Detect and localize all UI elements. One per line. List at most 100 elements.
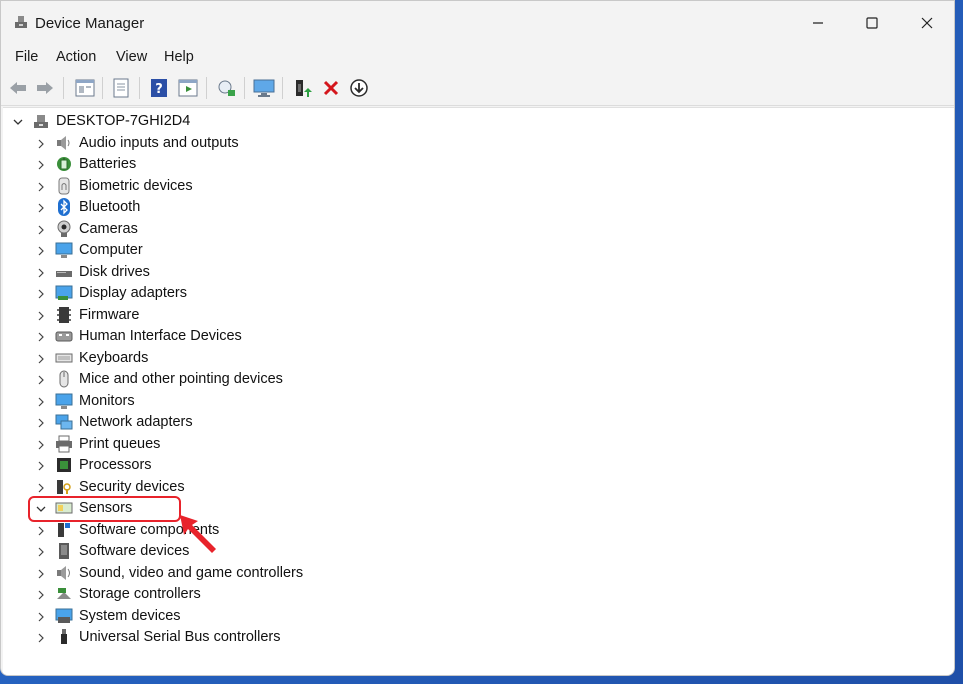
tree-item[interactable]: Human Interface Devices [3,326,403,347]
chevron-right-icon[interactable] [36,483,46,493]
show-hidden-icon[interactable] [177,77,199,99]
tree-item[interactable]: Storage controllers [3,584,403,605]
printer-icon [56,435,72,452]
maximize-button[interactable] [849,5,895,41]
software-components-icon [58,522,70,537]
menu-action[interactable]: Action [56,49,96,65]
tree-item-label: Network adapters [79,414,193,430]
speaker-icon [57,135,70,150]
maximize-icon [866,17,878,29]
tree-item[interactable]: Sound, video and game controllers [3,563,403,584]
tree-item[interactable]: System devices [3,606,403,627]
device-tree: DESKTOP-7GHI2D4 Audio inputs and outputs… [3,107,954,675]
chevron-right-icon[interactable] [36,612,46,622]
tree-root-label: DESKTOP-7GHI2D4 [56,113,191,129]
chevron-right-icon[interactable] [36,461,46,471]
chevron-down-icon[interactable] [13,117,23,127]
chevron-right-icon[interactable] [36,547,46,557]
chevron-right-icon[interactable] [36,203,46,213]
tree-item[interactable]: Batteries [3,154,403,175]
usb-icon [61,629,67,644]
svg-text:?: ? [155,82,163,97]
tree-item[interactable]: Disk drives [3,262,403,283]
refresh-list-icon[interactable] [110,77,132,99]
tree-item[interactable]: Mice and other pointing devices [3,369,403,390]
back-icon[interactable] [7,77,29,99]
tree-item[interactable]: Computer [3,240,403,261]
menu-view[interactable]: View [116,49,147,65]
chevron-right-icon[interactable] [36,268,46,278]
chevron-right-icon[interactable] [36,633,46,643]
tree-item[interactable]: Biometric devices [3,176,403,197]
chevron-right-icon[interactable] [36,311,46,321]
chevron-right-icon[interactable] [36,397,46,407]
chevron-right-icon[interactable] [36,139,46,149]
minimize-button[interactable] [795,5,841,41]
tree-item[interactable]: Keyboards [3,348,403,369]
tree-item[interactable]: Monitors [3,391,403,412]
update-driver-icon[interactable] [291,77,313,99]
tree-item-label: Audio inputs and outputs [79,134,239,151]
tree-item[interactable]: Universal Serial Bus controllers [3,627,403,648]
tree-item[interactable]: Processors [3,455,403,476]
tree-item[interactable]: Firmware [3,305,403,326]
tree-item-label: Security devices [79,478,185,495]
menu-bar: File Action View Help [1,45,954,71]
chevron-right-icon[interactable] [36,246,46,256]
menu-file[interactable]: File [15,49,38,65]
tree-item[interactable]: Print queues [3,434,403,455]
camera-icon [57,220,71,237]
chevron-right-icon[interactable] [36,289,46,299]
title-bar: Device Manager [1,1,954,45]
help-icon[interactable]: ? [148,77,170,99]
mouse-icon [59,370,69,388]
firmware-icon [57,306,71,323]
tree-item-label: Disk drives [79,263,150,280]
toolbar: ? [1,71,954,106]
chevron-right-icon[interactable] [36,354,46,364]
tree-item[interactable]: Bluetooth [3,197,403,218]
chevron-right-icon[interactable] [36,182,46,192]
device-manager-app-icon [13,14,29,30]
tree-item-label: Software devices [79,543,190,559]
tree-root[interactable]: DESKTOP-7GHI2D4 [3,111,403,132]
chevron-right-icon[interactable] [36,590,46,600]
chevron-right-icon[interactable] [36,160,46,170]
keyboard-icon [55,353,73,362]
chevron-right-icon[interactable] [36,569,46,579]
tree-item-label: Storage controllers [79,586,201,602]
toolbar-separator [244,77,245,99]
tree-item[interactable]: Display adapters [3,283,403,304]
tree-item-label: Display adapters [79,285,187,301]
network-icon [55,414,73,430]
tree-item[interactable]: Security devices [3,477,403,498]
tree-item-label: Mice and other pointing devices [79,371,283,387]
chevron-right-icon[interactable] [36,375,46,385]
menu-help[interactable]: Help [164,49,194,65]
software-devices-icon [59,543,69,559]
download-icon[interactable] [348,77,370,99]
tree-item-label: System devices [79,607,181,624]
close-button[interactable] [904,5,950,41]
chevron-right-icon[interactable] [36,225,46,235]
tree-item-label: Print queues [79,435,161,452]
tree-item[interactable]: Audio inputs and outputs [3,133,403,154]
chevron-right-icon[interactable] [36,526,46,536]
computer-icon [55,242,73,258]
uninstall-icon[interactable] [320,77,342,99]
scan-hardware-icon[interactable] [215,77,237,99]
tree-item-label: Sound, video and game controllers [79,564,304,581]
toolbar-separator [206,77,207,99]
forward-icon[interactable] [34,77,56,99]
monitor-icon[interactable] [253,77,275,99]
tree-item-label: Firmware [79,306,140,323]
chevron-right-icon[interactable] [36,418,46,428]
minimize-icon [813,22,823,24]
properties-icon[interactable] [74,77,96,99]
tree-item-label: Processors [79,457,152,473]
tree-item-label: Human Interface Devices [79,328,242,344]
tree-item[interactable]: Cameras [3,219,403,240]
chevron-right-icon[interactable] [36,440,46,450]
tree-item[interactable]: Network adapters [3,412,403,433]
chevron-right-icon[interactable] [36,332,46,342]
